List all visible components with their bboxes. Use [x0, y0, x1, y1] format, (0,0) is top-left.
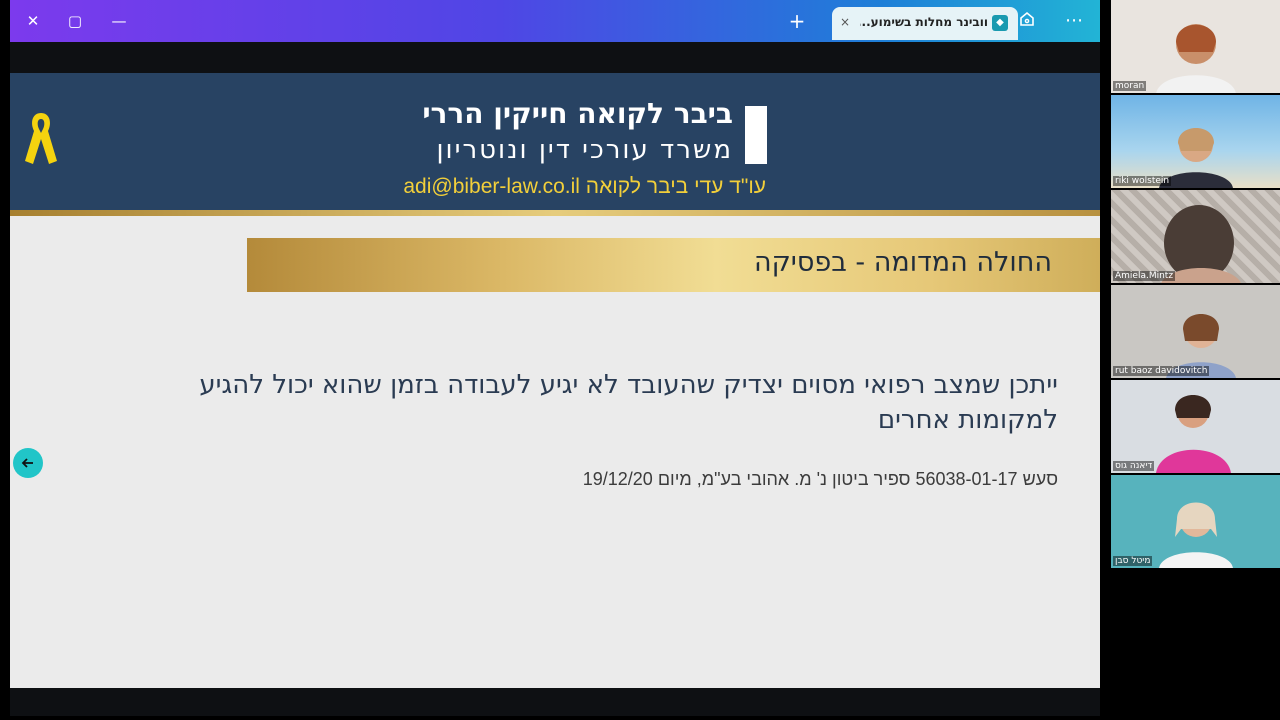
- participant-name: riki wolstein: [1113, 176, 1172, 186]
- video-top-bar: [10, 42, 1100, 73]
- participant-name: rut baoz davidovitch: [1113, 366, 1210, 376]
- yellow-ribbon-icon: [22, 109, 60, 173]
- participant-tile[interactable]: Amiela.Mintz: [1111, 190, 1280, 283]
- firm-contact: עו"ד עדי ביבר לקואה adi@biber-law.co.il: [403, 175, 766, 198]
- firm-name: ביבר לקואה חייקין הררי: [422, 97, 733, 130]
- browser-title-bar: ✕ ▢ — + × וובינר מחלות בשימוע... ◆ ⋯: [10, 0, 1100, 42]
- window-maximize-button[interactable]: ▢: [66, 12, 84, 30]
- participant-tile[interactable]: moran: [1111, 0, 1280, 93]
- participant-name: מיטל סבן: [1113, 556, 1153, 566]
- window-minimize-button[interactable]: —: [110, 12, 128, 30]
- slide-title: החולה המדומה - בפסיקה: [754, 247, 1052, 278]
- participant-tile[interactable]: דיאנה גוס: [1111, 380, 1280, 473]
- gold-divider: [10, 210, 1100, 216]
- home-icon[interactable]: [1018, 10, 1036, 28]
- participant-video-icon: [1159, 502, 1233, 568]
- tab-close-icon[interactable]: ×: [840, 15, 850, 29]
- site-favicon-icon: ◆: [992, 15, 1008, 31]
- firm-subtitle: משרד עורכי דין ונוטריון: [436, 135, 733, 165]
- participant-name: דיאנה גוס: [1113, 461, 1155, 471]
- participant-name: Amiela.Mintz: [1113, 271, 1176, 281]
- participant-tile[interactable]: riki wolstein: [1111, 95, 1280, 188]
- participant-video-icon: [1156, 24, 1236, 93]
- participant-video-icon: [1156, 395, 1231, 473]
- video-bottom-bar: [10, 688, 1100, 716]
- slide-header: ביבר לקואה חייקין הררי משרד עורכי דין ונ…: [10, 73, 1100, 210]
- slide-body-text: ייתכן שמצב רפואי מסוים יצדיק שהעובד לא י…: [199, 370, 1058, 435]
- firm-logo-block: [745, 106, 767, 164]
- tab-title: וובינר מחלות בשימוע...: [860, 15, 988, 29]
- slide-citation: סעש 56038-01-17 ספיר ביטון נ' מ. אהובי ב…: [582, 469, 1058, 489]
- window-close-button[interactable]: ✕: [24, 12, 42, 30]
- participant-tile[interactable]: rut baoz davidovitch: [1111, 285, 1280, 378]
- new-tab-button[interactable]: +: [788, 11, 806, 31]
- slide-title-band: החולה המדומה - בפסיקה: [247, 238, 1100, 292]
- presentation-slide: ביבר לקואה חייקין הררי משרד עורכי דין ונ…: [10, 73, 1100, 688]
- participant-tile[interactable]: מיטל סבן: [1111, 475, 1280, 568]
- back-arrow-icon[interactable]: [13, 448, 43, 478]
- participant-name: moran: [1113, 81, 1147, 91]
- more-menu-icon[interactable]: ⋯: [1065, 12, 1083, 30]
- browser-tab-active[interactable]: × וובינר מחלות בשימוע... ◆: [832, 7, 1018, 40]
